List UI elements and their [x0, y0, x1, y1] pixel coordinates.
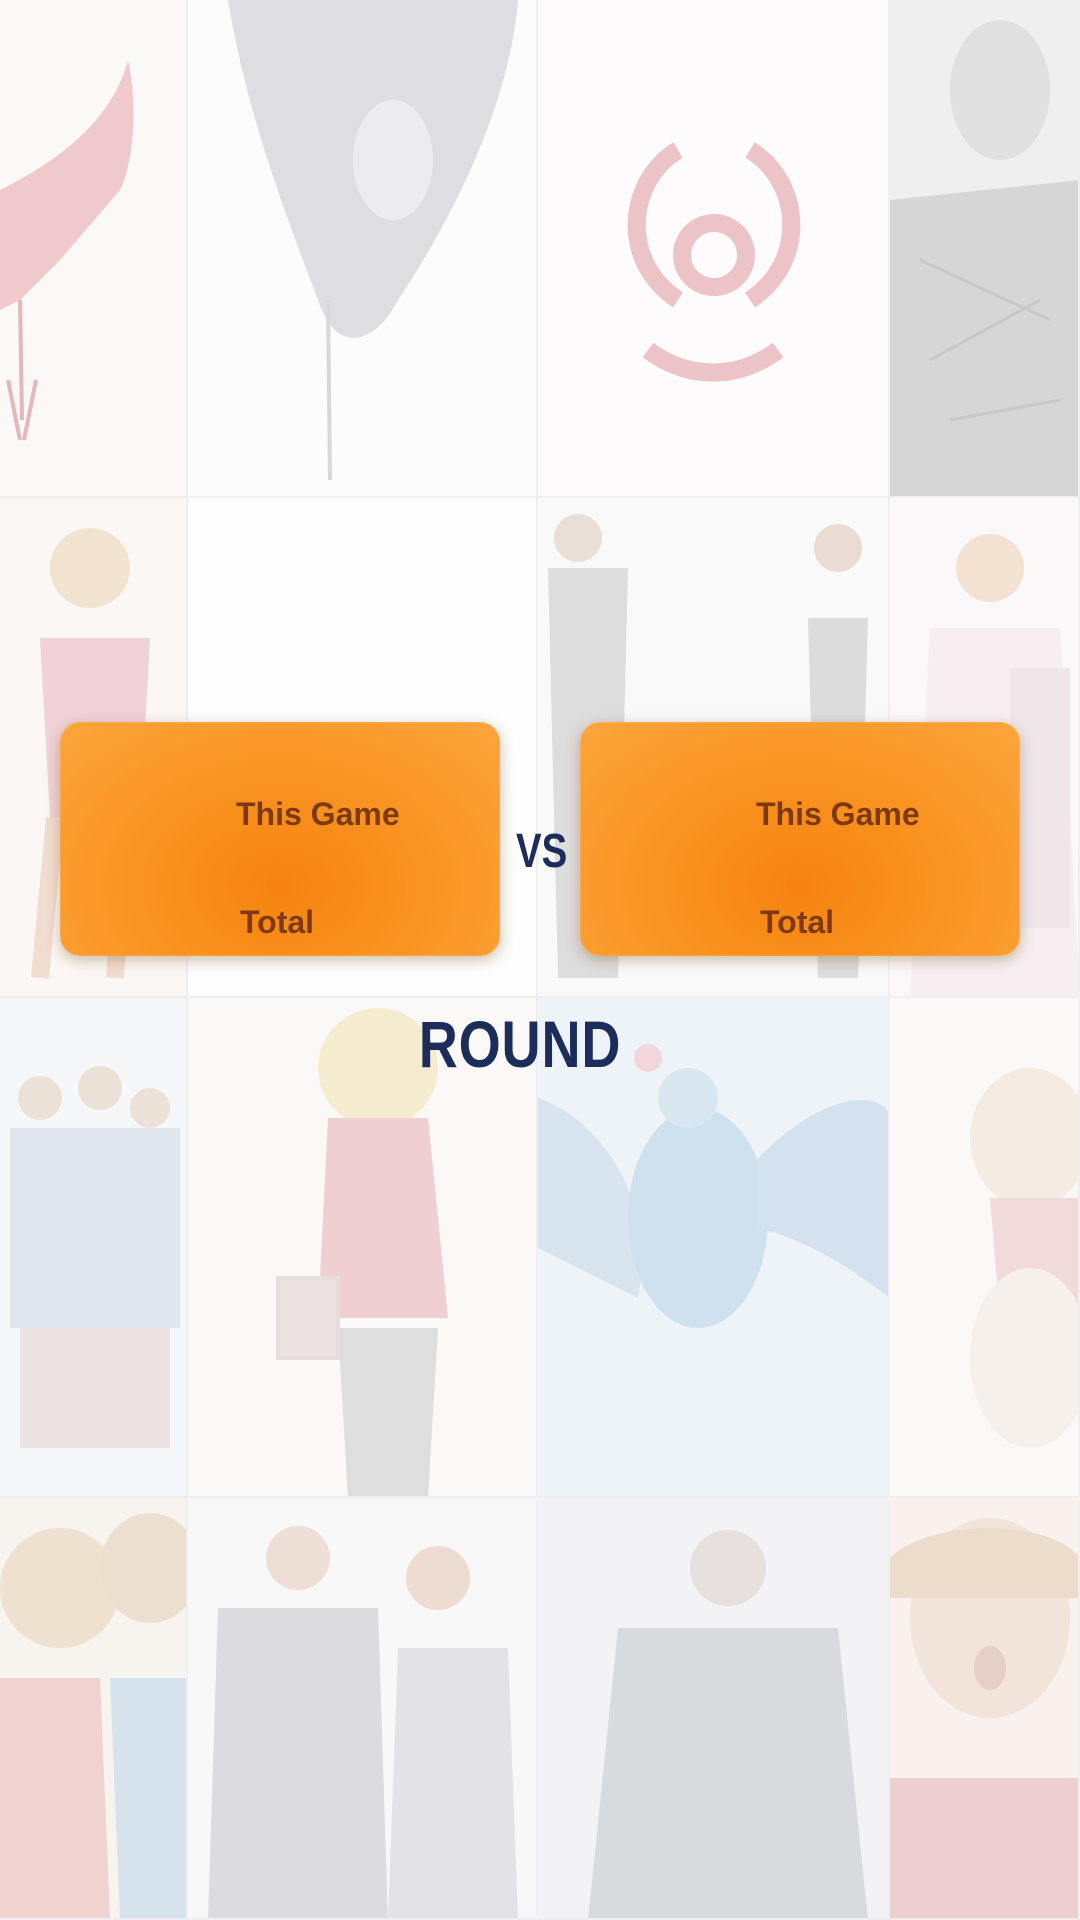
- poster-screaming-kid: [890, 1498, 1080, 1920]
- versus-label: VS: [516, 825, 568, 878]
- player-one-this-game-label: This Game: [236, 796, 400, 832]
- player-two-score-panel: This Game Total: [580, 722, 1020, 956]
- poster-dark-figure: [538, 1498, 890, 1920]
- poster-biohazard: [538, 0, 890, 498]
- poster-devil-heel: [0, 0, 188, 498]
- player-one-total-label: Total: [240, 904, 315, 940]
- poster-family: [0, 998, 188, 1498]
- poster-puppy: [890, 998, 1080, 1498]
- poster-scissorhands: [890, 0, 1080, 498]
- poster-background-grid: [0, 0, 1080, 1920]
- poster-chipmunks: [0, 1498, 188, 1920]
- player-one-score-panel: This Game Total: [60, 722, 500, 956]
- game-screen: This Game Total VS This Game Total ROUND: [0, 0, 1080, 1920]
- player-two-this-game-label: This Game: [756, 796, 920, 832]
- poster-alien: [188, 0, 538, 498]
- poster-suit-couple: [188, 1498, 538, 1920]
- round-label: ROUND: [418, 1007, 622, 1081]
- player-two-total-label: Total: [760, 904, 835, 940]
